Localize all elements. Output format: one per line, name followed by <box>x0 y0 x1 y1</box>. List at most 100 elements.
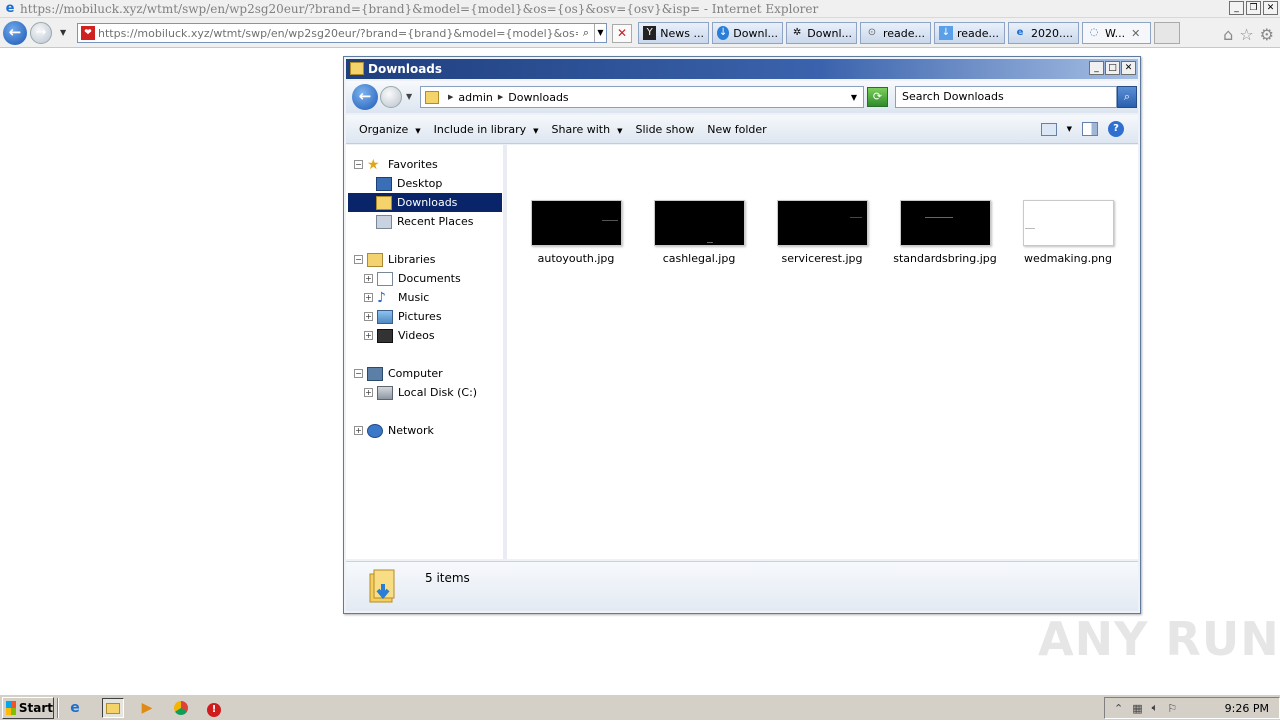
help-icon[interactable]: ? <box>1108 121 1124 137</box>
expand-icon[interactable]: + <box>364 312 373 321</box>
breadcrumb-item-downloads[interactable]: Downloads <box>508 91 568 104</box>
back-button[interactable]: ← <box>352 84 378 110</box>
address-url[interactable]: https://mobiluck.xyz/wtmt/swp/en/wp2sg20… <box>98 27 578 40</box>
action-center-flag-icon[interactable]: ⚐ <box>1167 702 1177 715</box>
tree-item-downloads[interactable]: Downloads <box>348 193 502 212</box>
tree-item-videos[interactable]: + Videos <box>364 326 435 345</box>
ie-taskbar-icon[interactable]: e <box>64 698 86 718</box>
browser-tab[interactable]: ↓ Downl... <box>712 22 783 44</box>
browser-tab-active[interactable]: ◌ W... ✕ <box>1082 22 1151 44</box>
file-item[interactable]: servicerest.jpg <box>767 200 877 265</box>
show-hidden-icons-icon[interactable]: ⌃ <box>1114 702 1123 715</box>
chevron-icon[interactable]: ▶ <box>448 93 453 101</box>
expand-icon[interactable]: + <box>364 388 373 397</box>
chrome-icon[interactable] <box>170 698 192 718</box>
recent-pages-dropdown-icon[interactable]: ▼ <box>406 92 412 101</box>
browser-tab[interactable]: ✲ Downl... <box>786 22 857 44</box>
share-with-button[interactable]: Share with ▼ <box>552 123 623 136</box>
tree-item-desktop[interactable]: Desktop <box>376 174 442 193</box>
close-button[interactable]: ✕ <box>1263 1 1278 15</box>
view-controls: ▼ ? <box>1040 121 1124 137</box>
chevron-icon[interactable]: ▶ <box>498 93 503 101</box>
browser-tab[interactable]: ⊙ reade... <box>860 22 931 44</box>
clock[interactable]: 9:26 PM <box>1225 702 1269 715</box>
close-tab-icon[interactable]: ✕ <box>1131 27 1140 40</box>
collapse-icon[interactable]: − <box>354 160 363 169</box>
back-button[interactable]: ← <box>3 21 27 45</box>
reader-icon: ⊙ <box>867 27 877 38</box>
expand-icon[interactable]: + <box>364 293 373 302</box>
address-dropdown-icon[interactable]: ▼ <box>594 24 606 42</box>
search-icon[interactable]: ⌕ <box>578 26 594 40</box>
view-icon[interactable] <box>1040 122 1057 136</box>
expand-icon[interactable]: + <box>364 274 373 283</box>
refresh-button[interactable]: ⟳ <box>867 87 888 107</box>
tree-item-pictures[interactable]: + Pictures <box>364 307 442 326</box>
media-player-icon[interactable]: ▶ <box>136 698 158 718</box>
tree-item-network[interactable]: + Network <box>354 421 434 440</box>
address-bar[interactable]: ❤ https://mobiluck.xyz/wtmt/swp/en/wp2sg… <box>77 23 607 43</box>
tree-item-recent-places[interactable]: Recent Places <box>376 212 474 231</box>
maximize-button[interactable]: □ <box>1105 61 1120 75</box>
gear-icon[interactable]: ⚙ <box>1260 25 1274 44</box>
tree-label: Downloads <box>397 196 458 209</box>
image-thumbnail <box>530 200 622 246</box>
search-input[interactable]: Search Downloads <box>895 86 1117 108</box>
file-item[interactable]: standardsbring.jpg <box>890 200 1000 265</box>
expand-icon[interactable]: + <box>354 426 363 435</box>
tree-item-libraries[interactable]: − Libraries <box>354 250 436 269</box>
pane-splitter[interactable] <box>503 145 507 559</box>
close-button[interactable]: ✕ <box>1121 61 1136 75</box>
file-item[interactable]: wedmaking.png <box>1013 200 1123 265</box>
restore-button[interactable]: ❐ <box>1246 1 1261 15</box>
slide-show-button[interactable]: Slide show <box>635 123 694 136</box>
browser-tab[interactable]: ↓ reade... <box>934 22 1005 44</box>
breadcrumb[interactable]: ▶ admin ▶ Downloads ▼ <box>420 86 864 108</box>
search-icon[interactable]: ⌕ <box>1117 86 1137 108</box>
browser-tab[interactable]: e 2020.... <box>1008 22 1079 44</box>
tree-item-computer[interactable]: − Computer <box>354 364 443 383</box>
breadcrumb-item-admin[interactable]: admin <box>458 91 492 104</box>
antivirus-icon[interactable]: ! <box>203 698 225 718</box>
forward-button[interactable]: → <box>30 22 52 44</box>
history-dropdown-icon[interactable]: ▼ <box>60 28 66 37</box>
home-icon[interactable]: ⌂ <box>1223 25 1233 44</box>
include-in-library-button[interactable]: Include in library ▼ <box>434 123 539 136</box>
file-name: servicerest.jpg <box>781 252 863 265</box>
minimize-button[interactable]: _ <box>1229 1 1244 15</box>
file-name: standardsbring.jpg <box>893 252 997 265</box>
browser-tab[interactable]: Y News ... <box>638 22 709 44</box>
tree-item-local-disk[interactable]: + Local Disk (C:) <box>364 383 477 402</box>
download-arrow-icon: ↓ <box>939 26 953 40</box>
collapse-icon[interactable]: − <box>354 255 363 264</box>
chevron-down-icon[interactable]: ▼ <box>1067 125 1072 133</box>
organize-button[interactable]: Organize ▼ <box>359 123 421 136</box>
preview-pane-icon[interactable] <box>1082 122 1098 136</box>
tree-label: Pictures <box>398 310 442 323</box>
volume-icon[interactable]: 🔈︎ <box>1152 701 1159 715</box>
new-folder-button[interactable]: New folder <box>707 123 766 136</box>
tree-label: Videos <box>398 329 435 342</box>
downloads-folder-icon <box>369 569 395 603</box>
forward-button[interactable] <box>380 86 402 108</box>
tree-item-documents[interactable]: + Documents <box>364 269 461 288</box>
include-in-library-label: Include in library <box>433 122 527 136</box>
tree-item-favorites[interactable]: − ★ Favorites <box>354 155 438 174</box>
expand-icon[interactable]: + <box>364 331 373 340</box>
recent-places-icon <box>376 214 392 229</box>
file-item[interactable]: autoyouth.jpg <box>521 200 631 265</box>
windows-logo-icon <box>6 701 16 715</box>
file-item[interactable]: cashlegal.jpg <box>644 200 754 265</box>
tree-item-music[interactable]: + ♪ Music <box>364 288 429 307</box>
new-tab-button[interactable] <box>1154 22 1180 44</box>
stop-button[interactable]: ✕ <box>612 24 632 43</box>
address-dropdown-icon[interactable]: ▼ <box>851 93 857 102</box>
loading-icon: ◌ <box>1089 27 1099 38</box>
explorer-taskbar-icon[interactable] <box>102 698 124 718</box>
favorites-star-icon[interactable]: ☆ <box>1239 25 1253 44</box>
start-button[interactable]: Start <box>2 697 54 719</box>
tab-label: reade... <box>957 26 1000 40</box>
minimize-button[interactable]: _ <box>1089 61 1104 75</box>
collapse-icon[interactable]: − <box>354 369 363 378</box>
network-tray-icon[interactable]: ▦ <box>1132 702 1142 715</box>
